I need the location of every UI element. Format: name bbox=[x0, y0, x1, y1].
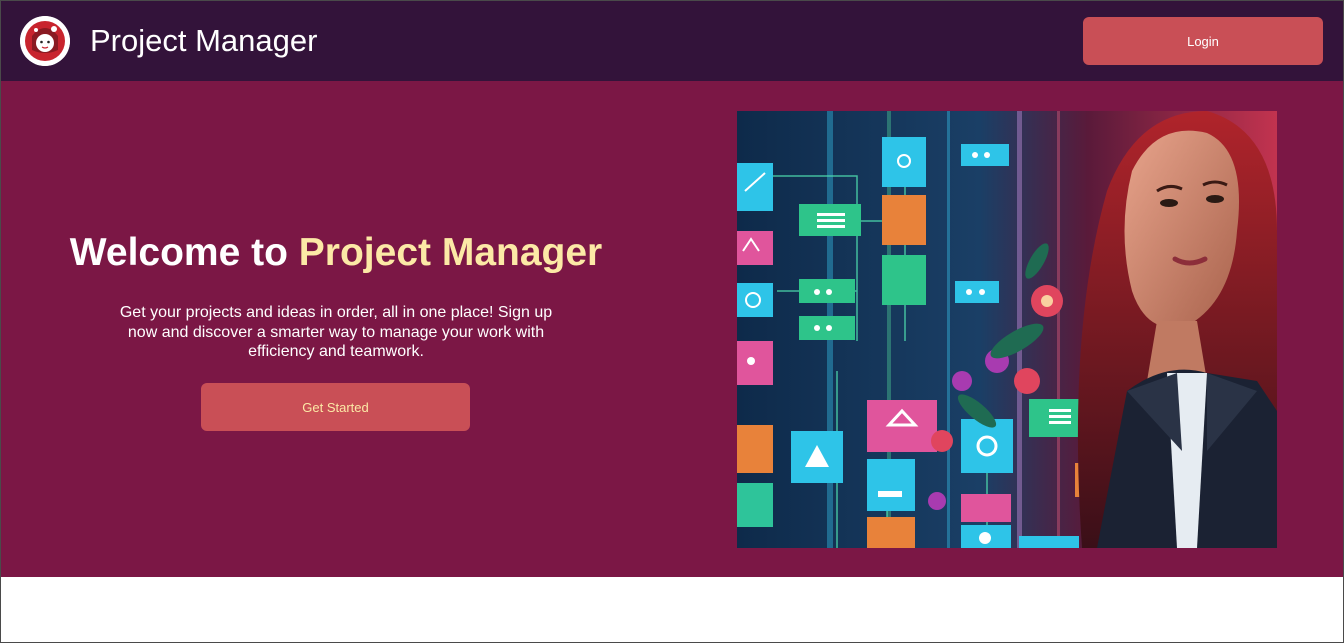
hero-title: Welcome to Project Manager bbox=[0, 231, 672, 275]
top-navbar: Project Manager Login bbox=[0, 0, 1344, 81]
hero-title-accent: Project Manager bbox=[298, 231, 603, 274]
get-started-button[interactable]: Get Started bbox=[201, 383, 470, 431]
hero-section: Welcome to Project Manager Get your proj… bbox=[0, 81, 1344, 577]
hero-illustration bbox=[737, 111, 1277, 548]
login-button[interactable]: Login bbox=[1083, 17, 1323, 65]
hero-title-prefix: Welcome to bbox=[69, 231, 299, 274]
hero-description: Get your projects and ideas in order, al… bbox=[119, 304, 553, 360]
hero-text-panel: Welcome to Project Manager Get your proj… bbox=[0, 81, 672, 577]
brand-title: Project Manager bbox=[90, 23, 318, 58]
avatar-logo-icon[interactable] bbox=[20, 16, 70, 66]
